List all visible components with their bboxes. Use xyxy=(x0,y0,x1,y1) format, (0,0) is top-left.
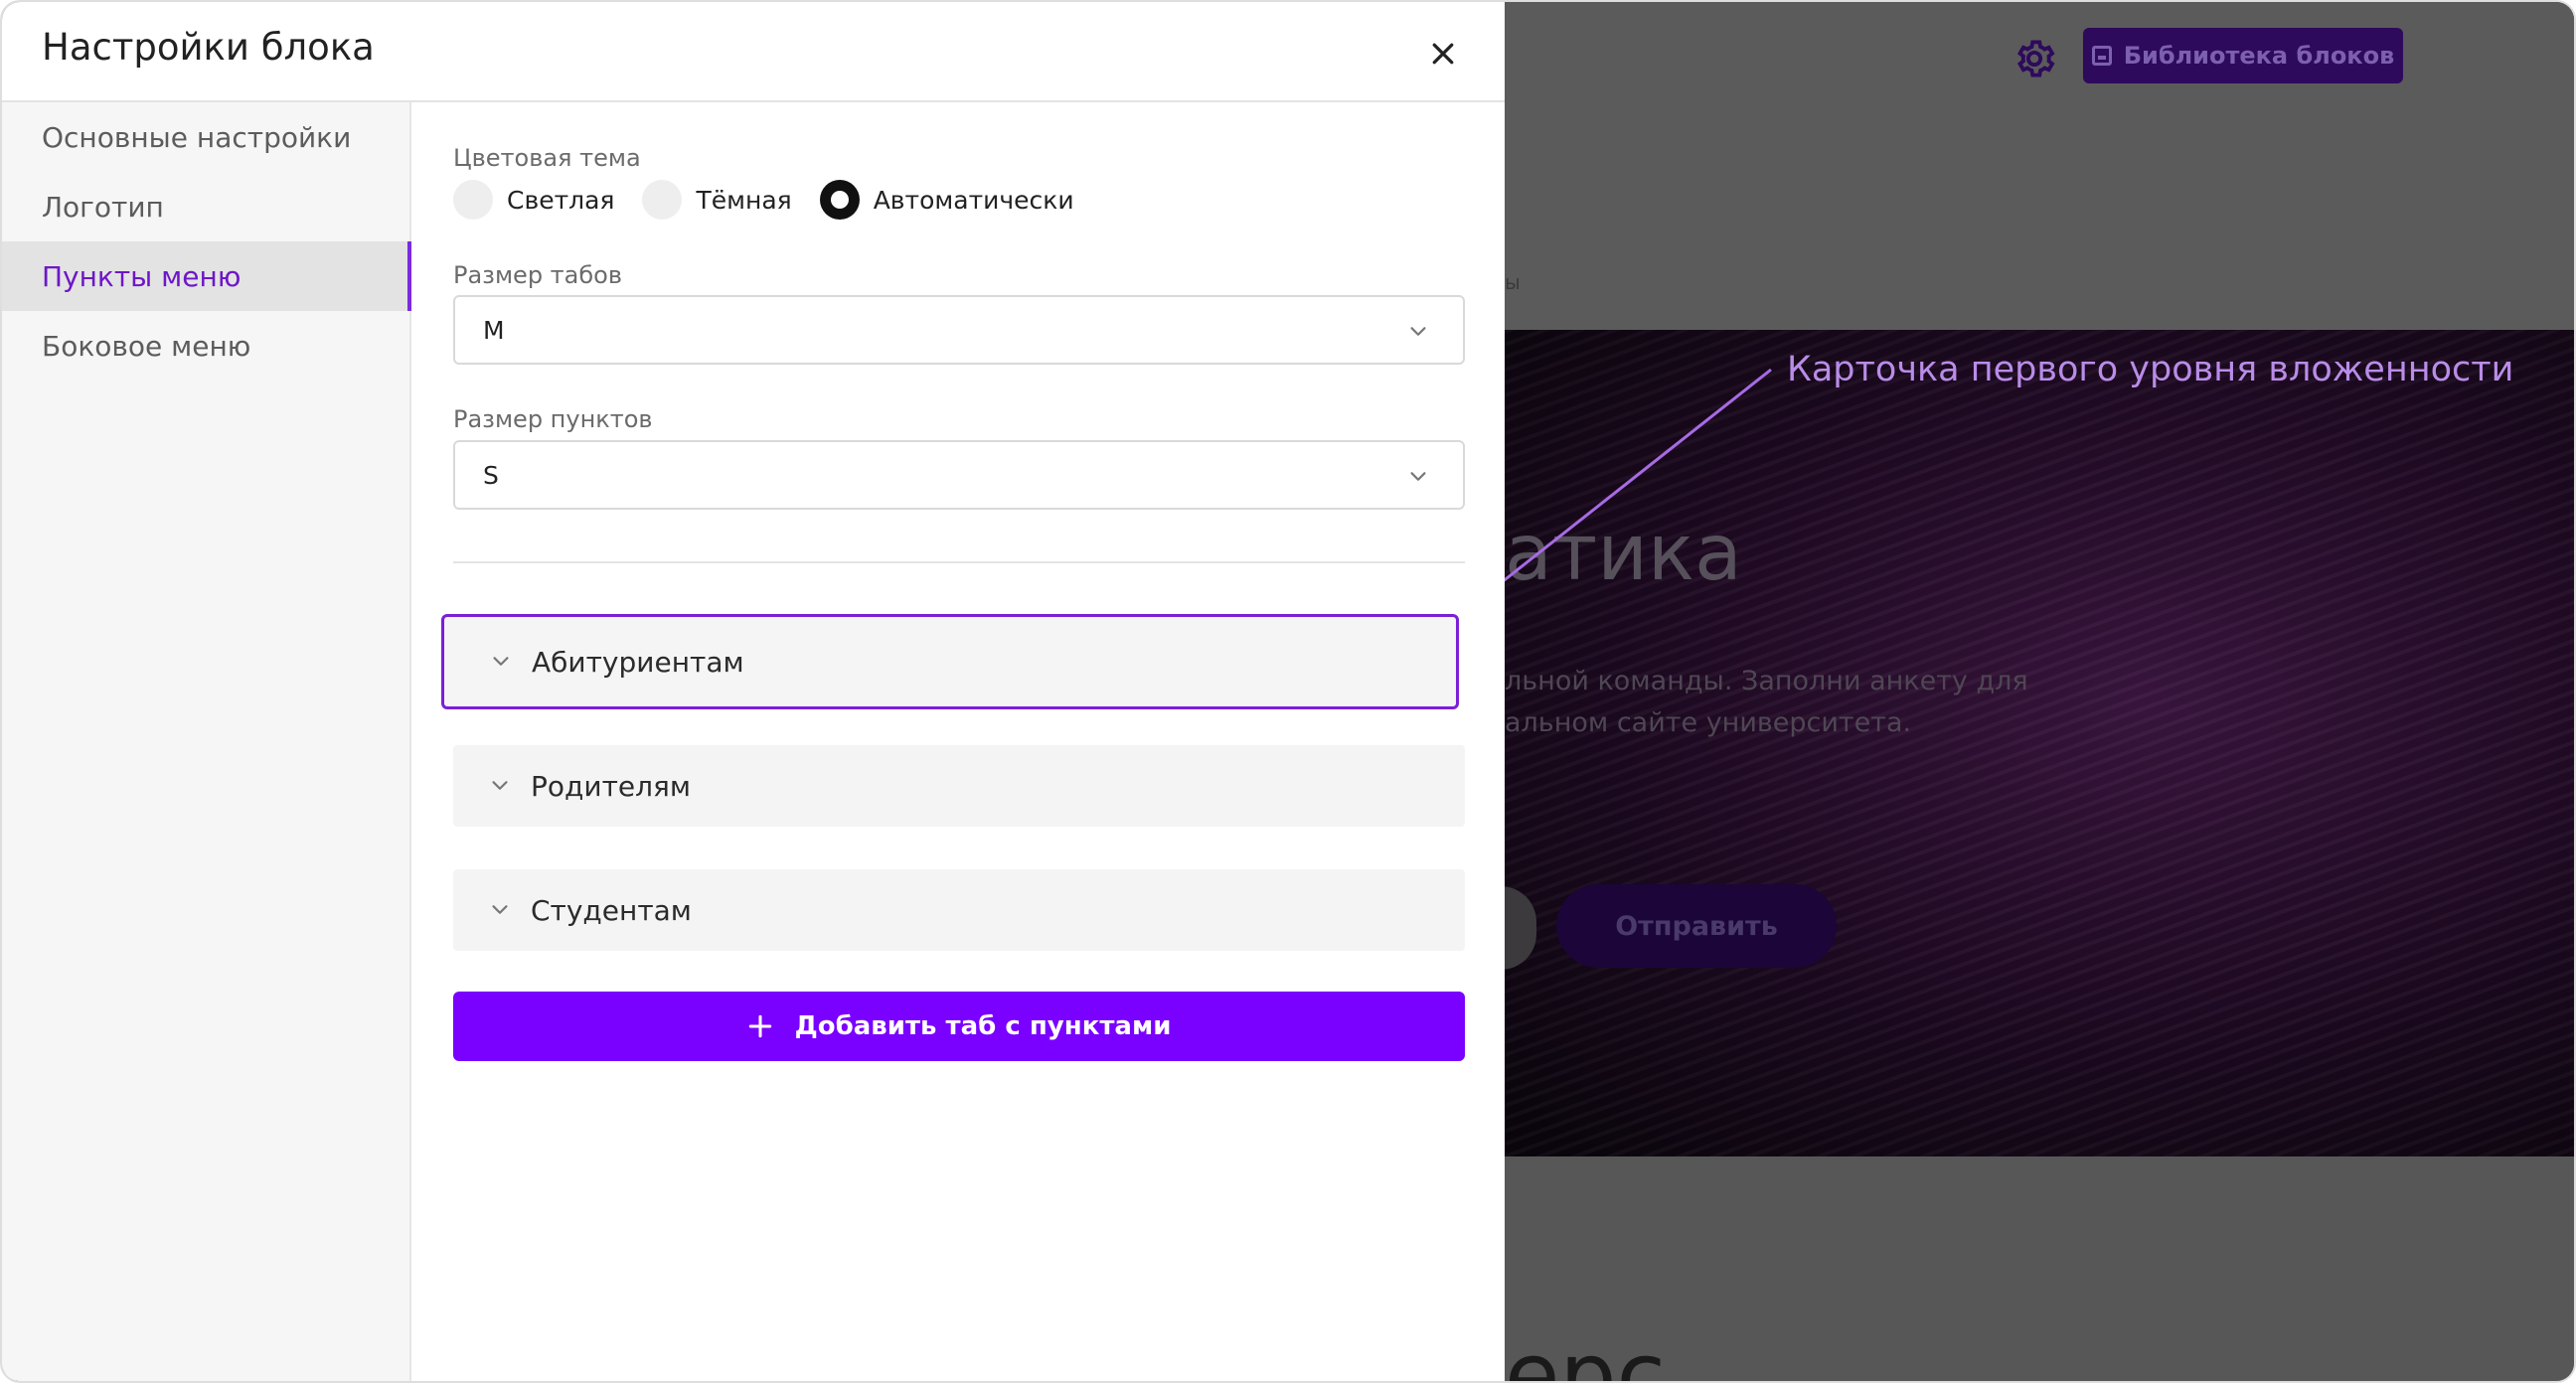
chevron-down-icon xyxy=(492,781,508,790)
image-icon xyxy=(2091,46,2112,66)
items-size-value: S xyxy=(483,460,499,490)
add-tab-button[interactable]: Добавить таб с пунктами xyxy=(453,992,1465,1061)
close-icon xyxy=(1432,43,1454,65)
gear-icon[interactable] xyxy=(2013,38,2055,79)
tabs-size-value: M xyxy=(483,315,505,345)
radio-button[interactable] xyxy=(453,180,493,220)
tabs-size-label: Размер табов xyxy=(453,261,622,289)
send-button[interactable]: Отправить xyxy=(1556,884,1837,968)
chevron-down-icon xyxy=(1410,327,1426,336)
annotation-label: Карточка первого уровня вложенности xyxy=(1787,350,2514,389)
background-hero: атика льной команды. Заполни анкету для … xyxy=(1505,330,2574,1156)
sidebar-item-menu-items[interactable]: Пункты меню xyxy=(2,241,411,311)
sidebar-item-label: Боковое меню xyxy=(42,329,251,363)
items-size-select[interactable]: S xyxy=(453,440,1465,510)
chevron-down-icon xyxy=(1410,472,1426,481)
tab-accordion-label: Родителям xyxy=(531,769,691,803)
modal-header: Настройки блока xyxy=(2,2,1505,102)
sidebar-item-side-menu[interactable]: Боковое меню xyxy=(2,311,411,381)
radio-button-checked[interactable] xyxy=(819,180,860,220)
background-bottom-heading: ерс xyxy=(1505,1323,1666,1383)
hero-input-edge[interactable] xyxy=(1505,886,1536,970)
radio-label: Светлая xyxy=(507,185,615,215)
tab-accordion-label: Абитуриентам xyxy=(532,645,744,679)
settings-content: Цветовая тема Светлая Тёмная Автоматичес… xyxy=(411,102,1505,1381)
sidebar-item-label: Логотип xyxy=(42,190,164,224)
background-header: Библиотека блоков ы xyxy=(1505,2,2574,330)
add-tab-label: Добавить таб с пунктами xyxy=(794,1011,1172,1041)
radio-option-auto[interactable]: Автоматически xyxy=(819,180,1074,220)
hero-text-line-1: льной команды. Заполни анкету для xyxy=(1505,666,2028,696)
block-library-button[interactable]: Библиотека блоков xyxy=(2083,28,2403,83)
radio-label: Тёмная xyxy=(696,185,792,215)
hero-text-line-2: альном сайте университета. xyxy=(1505,707,1912,738)
sidebar-item-label: Пункты меню xyxy=(42,259,242,293)
tab-accordion-label: Студентам xyxy=(531,893,692,927)
hero-title: атика xyxy=(1505,509,1742,598)
color-theme-label: Цветовая тема xyxy=(453,144,641,172)
modal-title: Настройки блока xyxy=(42,26,375,69)
color-theme-radio-group: Светлая Тёмная Автоматически xyxy=(453,178,1102,222)
close-button[interactable] xyxy=(1421,32,1465,76)
plus-icon xyxy=(748,1014,771,1038)
sidebar-item-main-settings[interactable]: Основные настройки xyxy=(2,102,411,172)
background-page: Библиотека блоков ы атика льной команды.… xyxy=(1505,2,2574,1381)
tab-accordion-parents[interactable]: Родителям xyxy=(453,745,1465,827)
chevron-down-icon xyxy=(492,905,508,914)
radio-label: Автоматически xyxy=(873,185,1074,215)
settings-sidebar: Основные настройки Логотип Пункты меню Б… xyxy=(2,102,411,1381)
screen: Библиотека блоков ы атика льной команды.… xyxy=(0,0,2576,1383)
block-library-label: Библиотека блоков xyxy=(2123,42,2395,70)
sidebar-item-label: Основные настройки xyxy=(42,120,352,154)
tabs-size-select[interactable]: M xyxy=(453,295,1465,365)
chevron-down-icon xyxy=(493,657,509,666)
section-divider xyxy=(453,561,1465,563)
sidebar-item-logo[interactable]: Логотип xyxy=(2,172,411,241)
radio-option-light[interactable]: Светлая xyxy=(453,180,614,220)
radio-button[interactable] xyxy=(642,180,683,220)
tab-accordion-students[interactable]: Студентам xyxy=(453,869,1465,951)
radio-option-dark[interactable]: Тёмная xyxy=(642,180,792,220)
items-size-label: Размер пунктов xyxy=(453,405,653,433)
tab-accordion-applicants[interactable]: Абитуриентам xyxy=(441,614,1459,709)
background-header-fragment: ы xyxy=(1505,270,1521,294)
block-settings-modal: Настройки блока Основные настройки Логот… xyxy=(2,2,1505,1381)
